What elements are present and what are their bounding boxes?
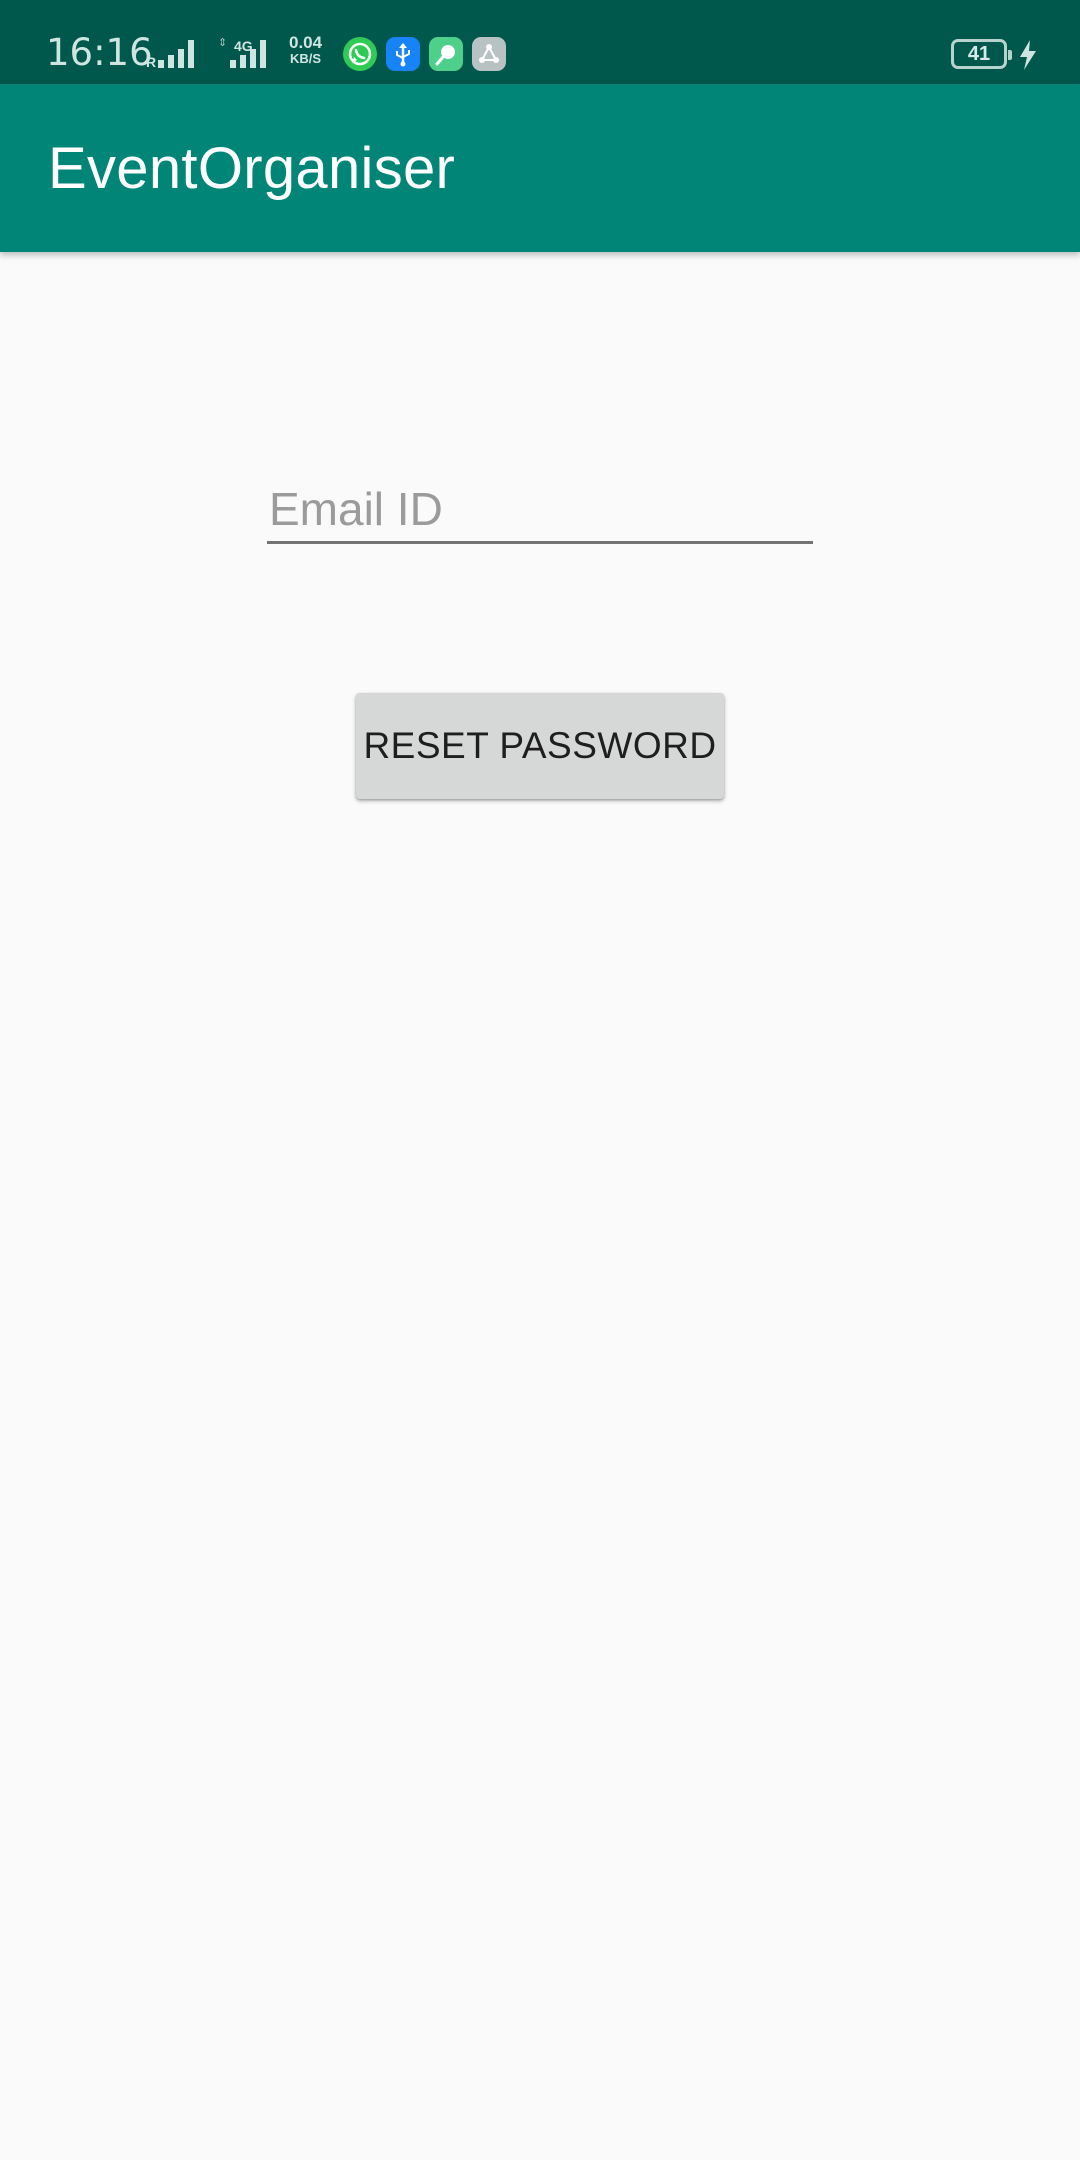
network-speed: 0.04 KB/S	[289, 33, 323, 67]
app-title: EventOrganiser	[48, 136, 456, 201]
share-network-icon	[472, 37, 506, 71]
status-time: 16:16	[46, 31, 153, 74]
whatsapp-icon	[343, 37, 377, 71]
usb-icon	[386, 37, 420, 71]
email-field[interactable]	[267, 460, 813, 544]
network-speed-value: 0.04	[289, 33, 323, 52]
status-bar: 16:16 R ⇕ 4G 0.04 KB/S 41	[0, 0, 1080, 84]
reset-password-button[interactable]: RESET PASSWORD	[356, 693, 724, 799]
green-app-icon	[429, 37, 463, 71]
battery-level: 41	[967, 43, 991, 65]
roaming-label: R	[146, 54, 157, 70]
charging-icon	[1020, 40, 1036, 70]
data-arrows-icon: ⇕	[218, 37, 228, 49]
battery-icon: 41	[951, 39, 1012, 69]
network-speed-unit: KB/S	[290, 51, 322, 66]
app-bar: EventOrganiser	[0, 84, 1080, 252]
